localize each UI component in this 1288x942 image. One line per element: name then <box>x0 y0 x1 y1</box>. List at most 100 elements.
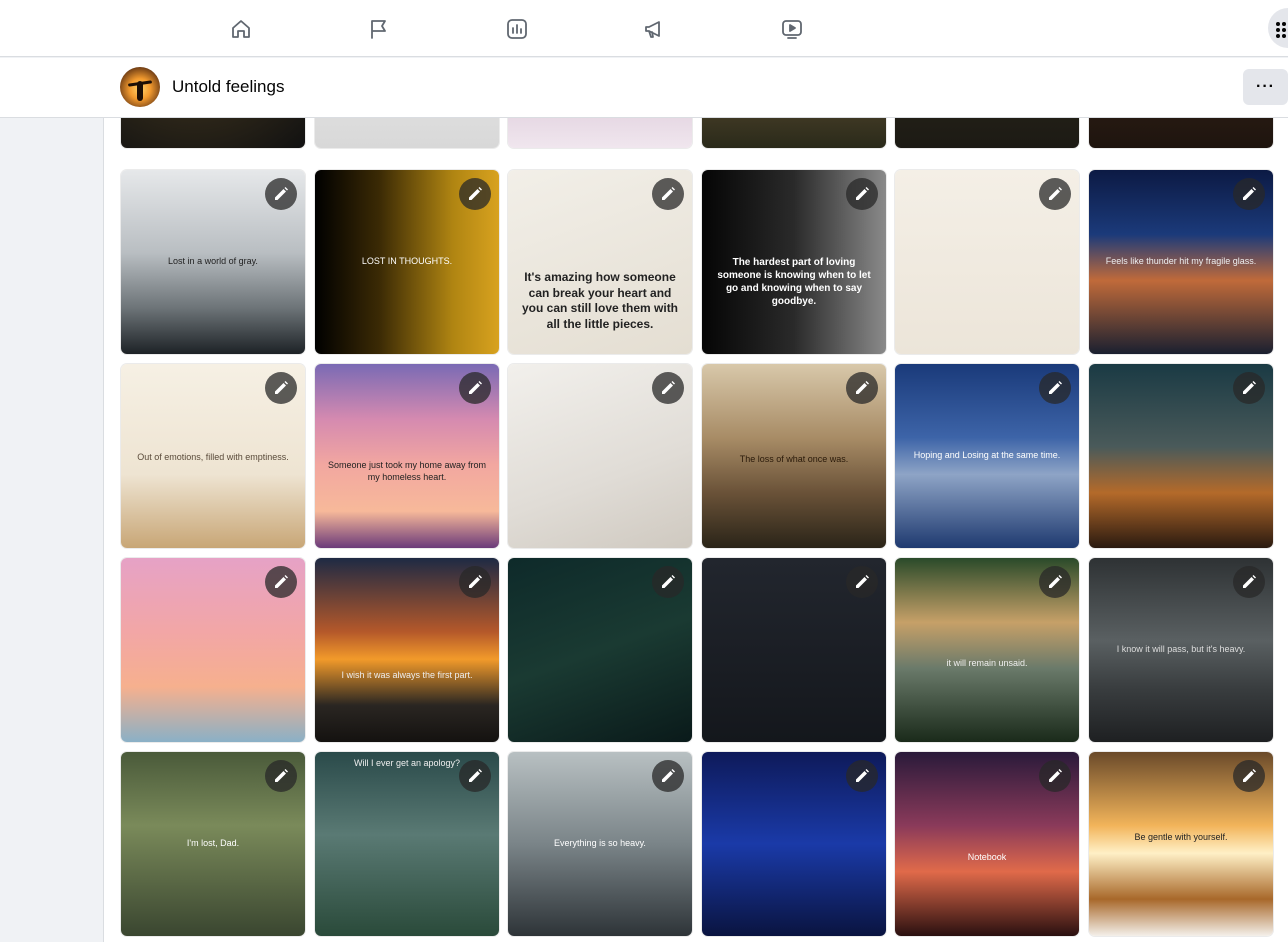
pencil-icon <box>275 187 288 200</box>
edit-button[interactable] <box>846 566 878 598</box>
photo-tile[interactable]: LOST IN THOUGHTS. <box>315 170 499 354</box>
tile-caption: Feels like thunder hit my fragile glass. <box>1105 256 1257 266</box>
tile-caption: Notebook <box>967 852 1007 862</box>
pencil-icon <box>662 575 675 588</box>
pencil-icon <box>1049 187 1062 200</box>
photo-tile[interactable]: I know it will pass, but it's heavy. <box>1089 558 1273 742</box>
home-icon[interactable] <box>221 10 261 48</box>
edit-button[interactable] <box>846 178 878 210</box>
photo-tile[interactable] <box>121 118 305 148</box>
tile-caption: I'm lost, Dad. <box>186 838 240 848</box>
edit-button[interactable] <box>1233 566 1265 598</box>
page-header: Untold feelings ··· <box>0 58 1288 118</box>
megaphone-icon[interactable] <box>634 10 674 48</box>
pencil-icon <box>856 575 869 588</box>
photo-tile[interactable] <box>702 752 886 936</box>
pencil-icon <box>856 381 869 394</box>
pencil-icon <box>856 187 869 200</box>
edit-button[interactable] <box>652 760 684 792</box>
edit-button[interactable] <box>459 566 491 598</box>
photo-tile[interactable] <box>1089 118 1273 148</box>
edit-button[interactable] <box>1233 372 1265 404</box>
photo-grid-panel: I badly want to rest, but how? Lost in a … <box>103 118 1288 942</box>
grid-dots-icon <box>1276 22 1288 38</box>
page-title[interactable]: Untold feelings <box>172 77 284 97</box>
pencil-icon <box>1049 575 1062 588</box>
pencil-icon <box>1243 769 1256 782</box>
avatar[interactable] <box>120 67 160 107</box>
tile-caption: The hardest part of loving someone is kn… <box>717 257 871 307</box>
pencil-icon <box>275 575 288 588</box>
edit-button[interactable] <box>459 760 491 792</box>
photo-tile[interactable] <box>121 558 305 742</box>
photo-tile[interactable]: I badly want to rest, but how? <box>315 118 499 148</box>
tile-caption: it will remain unsaid. <box>946 658 1028 668</box>
edit-button[interactable] <box>846 760 878 792</box>
photo-tile[interactable]: Hoping and Losing at the same time. <box>895 364 1079 548</box>
pencil-icon <box>1243 187 1256 200</box>
pencil-icon <box>856 769 869 782</box>
photo-tile[interactable]: Notebook <box>895 752 1079 936</box>
pencil-icon <box>275 769 288 782</box>
photo-tile[interactable]: Everything is so heavy. <box>508 752 692 936</box>
edit-button[interactable] <box>459 178 491 210</box>
edit-button[interactable] <box>1039 566 1071 598</box>
more-options-button[interactable]: ··· <box>1243 69 1288 105</box>
photo-tile[interactable] <box>895 170 1079 354</box>
edit-button[interactable] <box>1233 760 1265 792</box>
photo-tile[interactable] <box>508 364 692 548</box>
tile-caption: The loss of what once was. <box>739 454 849 464</box>
pencil-icon <box>662 381 675 394</box>
tile-caption: Someone just took my home away from my h… <box>327 460 487 482</box>
photo-tile[interactable]: it will remain unsaid. <box>895 558 1079 742</box>
edit-button[interactable] <box>652 372 684 404</box>
pencil-icon <box>1049 769 1062 782</box>
tile-caption: Lost in a world of gray. <box>168 256 258 266</box>
photo-tile[interactable]: Will I ever get an apology? <box>315 752 499 936</box>
top-navigation <box>0 0 1288 57</box>
menu-grid-button[interactable] <box>1268 8 1288 48</box>
pencil-icon <box>275 381 288 394</box>
edit-button[interactable] <box>652 566 684 598</box>
photo-tile[interactable] <box>702 118 886 148</box>
pencil-icon <box>1243 381 1256 394</box>
video-icon[interactable] <box>772 10 812 48</box>
photo-tile[interactable] <box>508 118 692 148</box>
edit-button[interactable] <box>1039 760 1071 792</box>
photo-tile[interactable]: Out of emotions, filled with emptiness. <box>121 364 305 548</box>
pencil-icon <box>469 187 482 200</box>
photo-tile[interactable] <box>1089 364 1273 548</box>
tile-caption: LOST IN THOUGHTS. <box>361 256 453 266</box>
photo-tile[interactable]: Be gentle with yourself. <box>1089 752 1273 936</box>
photo-tile[interactable]: Feels like thunder hit my fragile glass. <box>1089 170 1273 354</box>
edit-button[interactable] <box>265 178 297 210</box>
pencil-icon <box>469 381 482 394</box>
edit-button[interactable] <box>846 372 878 404</box>
photo-tile[interactable]: The hardest part of loving someone is kn… <box>702 170 886 354</box>
tile-caption: Everything is so heavy. <box>554 838 646 848</box>
photo-tile[interactable] <box>702 558 886 742</box>
edit-button[interactable] <box>459 372 491 404</box>
photo-tile[interactable]: The loss of what once was. <box>702 364 886 548</box>
flag-icon[interactable] <box>359 10 399 48</box>
photo-tile[interactable]: I wish it was always the first part. <box>315 558 499 742</box>
pencil-icon <box>1243 575 1256 588</box>
pencil-icon <box>469 575 482 588</box>
edit-button[interactable] <box>1039 178 1071 210</box>
tile-caption: I know it will pass, but it's heavy. <box>1116 644 1246 654</box>
photo-tile[interactable]: I'm lost, Dad. <box>121 752 305 936</box>
photo-tile[interactable]: Someone just took my home away from my h… <box>315 364 499 548</box>
edit-button[interactable] <box>265 372 297 404</box>
photo-tile[interactable]: Lost in a world of gray. <box>121 170 305 354</box>
edit-button[interactable] <box>265 566 297 598</box>
edit-button[interactable] <box>652 178 684 210</box>
photo-tile[interactable] <box>508 558 692 742</box>
insights-icon[interactable] <box>497 10 537 48</box>
pencil-icon <box>662 769 675 782</box>
photo-tile[interactable] <box>895 118 1079 148</box>
edit-button[interactable] <box>265 760 297 792</box>
edit-button[interactable] <box>1233 178 1265 210</box>
tile-caption: Be gentle with yourself. <box>1134 832 1228 842</box>
edit-button[interactable] <box>1039 372 1071 404</box>
photo-tile[interactable]: It's amazing how someone can break your … <box>508 170 692 354</box>
